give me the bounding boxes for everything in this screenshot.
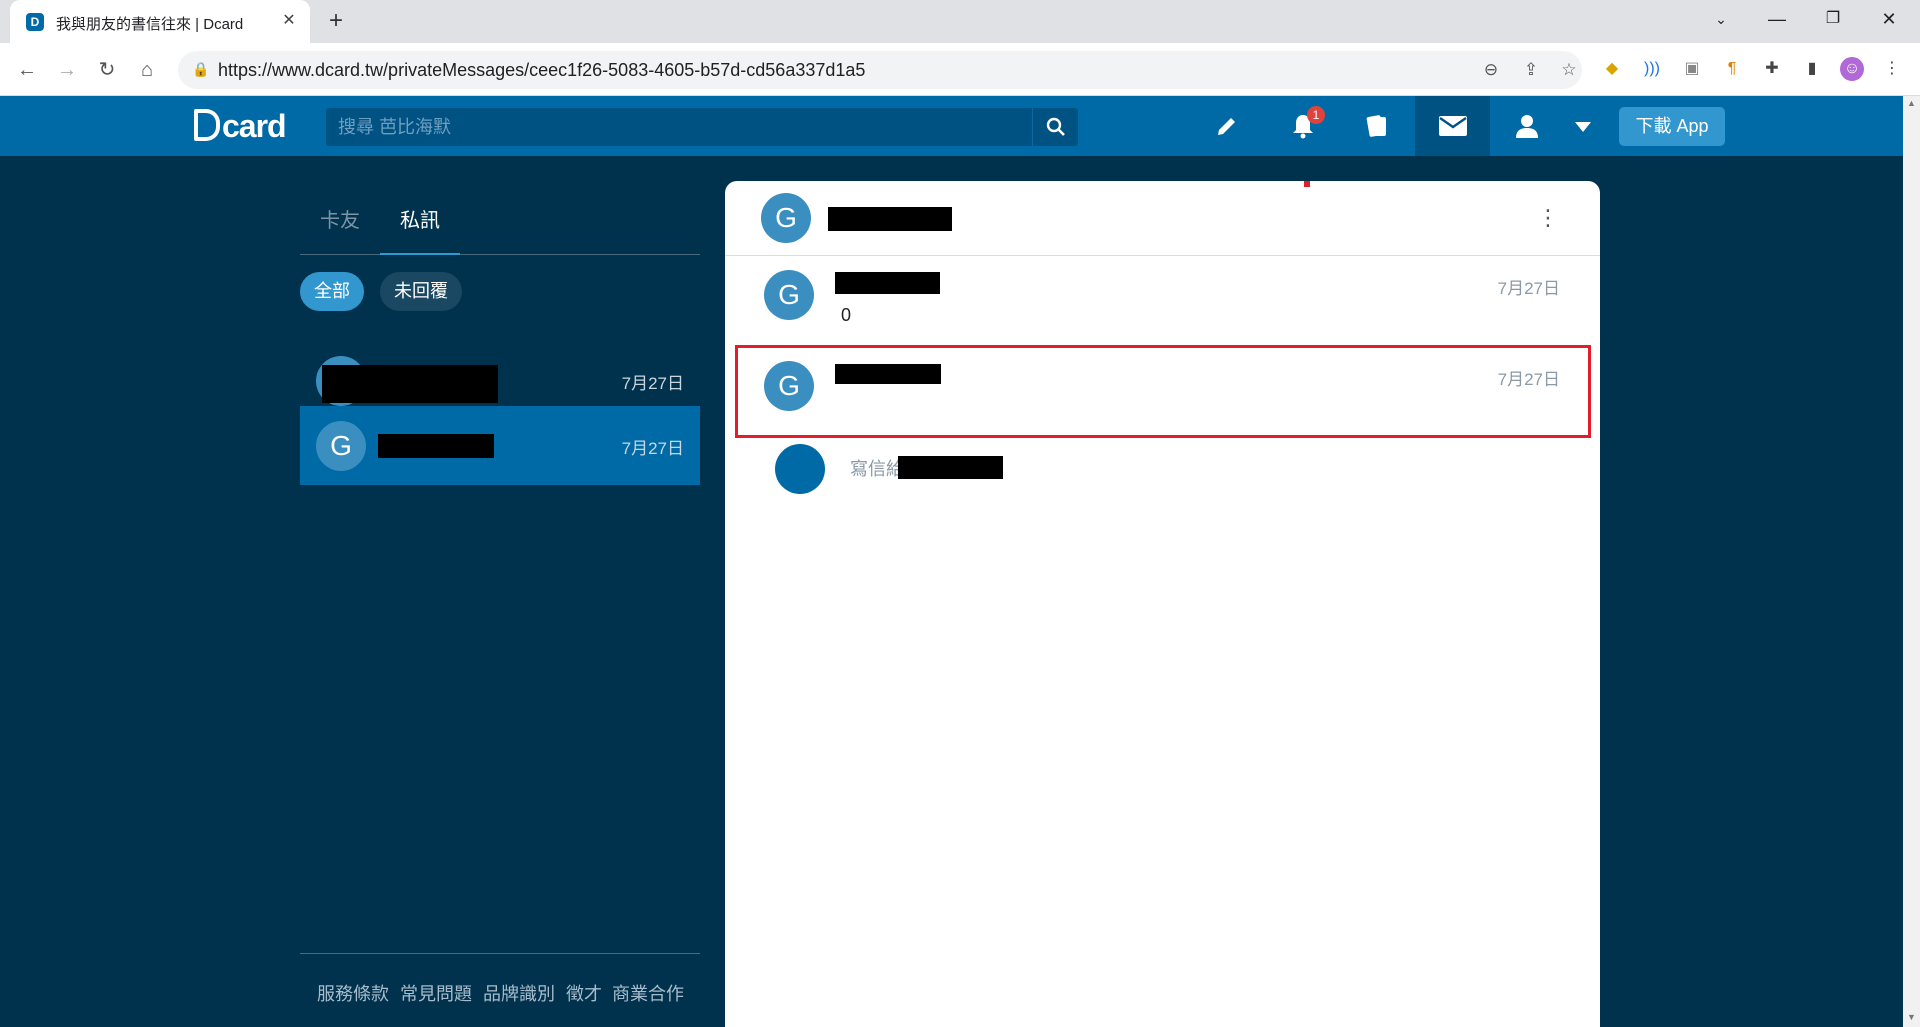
avatar — [775, 444, 825, 494]
zoom-icon[interactable]: ⊖ — [1480, 59, 1502, 81]
window-close-icon[interactable]: ✕ — [1864, 0, 1914, 40]
redacted-name — [898, 456, 1003, 479]
conversation-item-selected[interactable]: G 7月27日 — [300, 406, 700, 485]
highlight-box — [735, 345, 1591, 438]
page-scrollbar[interactable]: ▲ ▼ — [1903, 96, 1920, 1027]
search-button[interactable] — [1032, 108, 1078, 146]
footer-link-terms[interactable]: 服務條款 — [317, 980, 389, 1006]
extension-icon[interactable]: ◆ — [1600, 57, 1624, 81]
sidebar-tabs: 卡友 私訊 — [300, 156, 700, 255]
account-menu-button[interactable] — [1547, 96, 1619, 156]
pencil-icon — [1218, 118, 1235, 135]
dcard-favicon: D — [26, 13, 44, 31]
browser-toolbar: ← → ↻ ⌂ 🔒 https://www.dcard.tw/privateMe… — [0, 43, 1920, 96]
scroll-down-icon[interactable]: ▼ — [1906, 1012, 1917, 1022]
redacted-name — [828, 207, 952, 231]
tab-title: 我與朋友的書信往來 | Dcard — [56, 16, 244, 33]
logo-mark — [194, 109, 220, 141]
tab-private-messages[interactable]: 私訊 — [380, 204, 460, 255]
back-icon[interactable]: ← — [12, 55, 42, 85]
extension-icon[interactable]: ▣ — [1680, 57, 1704, 81]
more-options-icon[interactable]: ⋮ — [1536, 203, 1560, 233]
forward-icon[interactable]: → — [52, 55, 82, 85]
cards-button[interactable] — [1341, 96, 1413, 156]
redacted-name — [378, 434, 494, 458]
filter-unreplied-button[interactable]: 未回覆 — [380, 272, 462, 311]
red-marker — [1304, 181, 1310, 187]
download-app-button[interactable]: 下載 App — [1619, 107, 1725, 146]
footer-link-faq[interactable]: 常見問題 — [400, 980, 472, 1006]
compose-message-input[interactable]: 寫信給 — [850, 455, 904, 481]
side-panel-icon[interactable]: ▮ — [1800, 57, 1824, 81]
caret-down-icon — [1575, 122, 1591, 132]
lock-icon: 🔒 — [192, 61, 210, 77]
mail-icon — [1438, 116, 1467, 136]
profile-avatar-icon[interactable]: ☺ — [1840, 57, 1864, 81]
url-text[interactable]: https://www.dcard.tw/privateMessages/cee… — [218, 60, 865, 81]
dcard-logo[interactable]: card — [194, 108, 287, 145]
footer-link-brand[interactable]: 品牌識別 — [483, 980, 555, 1006]
share-icon[interactable]: ⇪ — [1520, 59, 1542, 81]
tab-friends[interactable]: 卡友 — [300, 204, 380, 255]
scroll-up-icon[interactable]: ▲ — [1906, 98, 1917, 108]
site-header: card 1 下載 App — [0, 96, 1920, 156]
avatar: G — [764, 270, 814, 320]
extension-icon[interactable]: ))) — [1640, 57, 1664, 81]
search-box — [326, 108, 1078, 146]
message-text: 0 — [841, 305, 852, 325]
message-date: 7月27日 — [1497, 279, 1560, 298]
search-input[interactable] — [326, 108, 1030, 146]
footer-divider — [300, 953, 700, 954]
new-tab-button[interactable]: + — [322, 8, 350, 36]
conversation-sidebar: 卡友 私訊 全部 未回覆 7月27日 G 7月27日 服務條款 常見問題 品牌識… — [300, 156, 700, 1027]
browser-tab-strip: D 我與朋友的書信往來 | Dcard ✕ + ⌄ — ❐ ✕ — [0, 0, 1920, 43]
avatar[interactable]: G — [761, 193, 811, 243]
user-icon — [1516, 115, 1538, 138]
search-icon — [1046, 117, 1065, 136]
conversation-date: 7月27日 — [621, 439, 684, 458]
home-icon[interactable]: ⌂ — [132, 55, 162, 85]
redacted-name — [322, 365, 498, 403]
notification-badge: 1 — [1307, 106, 1325, 124]
bookmark-star-icon[interactable]: ☆ — [1558, 59, 1580, 81]
message-thread-panel: G ⋮ G 7月27日 0 G 7月27日 寫信給 — [725, 181, 1600, 1027]
message-item[interactable]: G 7月27日 0 — [725, 257, 1600, 346]
avatar: G — [316, 421, 366, 471]
browser-tab[interactable]: D 我與朋友的書信往來 | Dcard ✕ — [10, 0, 310, 43]
footer-link-careers[interactable]: 徵才 — [566, 980, 602, 1006]
puzzle-icon[interactable]: ✚ — [1760, 57, 1784, 81]
footer-link-business[interactable]: 商業合作 — [612, 980, 684, 1006]
tab-search-icon[interactable]: ⌄ — [1696, 0, 1746, 40]
logo-text: card — [222, 108, 287, 144]
menu-dots-icon[interactable]: ⋮ — [1880, 57, 1904, 81]
extension-icon[interactable]: ¶ — [1720, 57, 1744, 81]
restore-icon[interactable]: ❐ — [1808, 0, 1858, 40]
conversation-date: 7月27日 — [621, 374, 684, 393]
compose-placeholder: 寫信給 — [850, 459, 904, 479]
post-button[interactable] — [1191, 96, 1263, 156]
minimize-icon[interactable]: — — [1752, 0, 1802, 40]
tab-close-icon[interactable]: ✕ — [278, 10, 300, 32]
messages-button[interactable] — [1415, 96, 1490, 156]
cards-icon — [1366, 115, 1386, 137]
filter-all-button[interactable]: 全部 — [300, 272, 364, 311]
thread-header: G ⋮ — [725, 181, 1600, 256]
reload-icon[interactable]: ↻ — [92, 55, 122, 85]
redacted-name — [835, 272, 940, 294]
notifications-button[interactable]: 1 — [1267, 96, 1339, 156]
address-bar[interactable]: 🔒 https://www.dcard.tw/privateMessages/c… — [178, 51, 1582, 89]
